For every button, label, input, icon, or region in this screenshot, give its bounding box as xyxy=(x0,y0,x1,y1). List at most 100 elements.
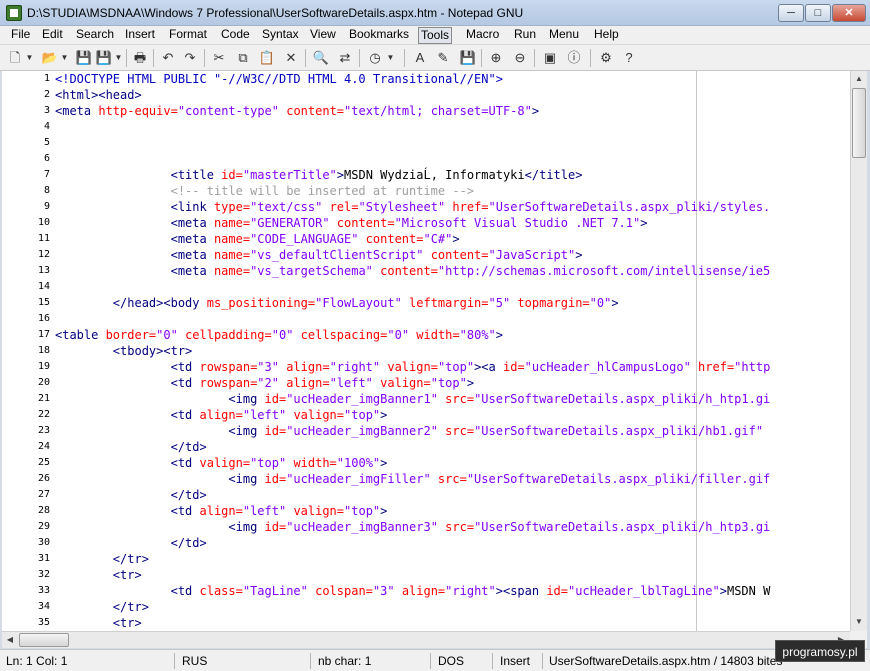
menu-menu[interactable]: Menu xyxy=(547,27,581,44)
paste-icon[interactable]: 📋 xyxy=(258,49,276,67)
info-icon[interactable]: ⓘ xyxy=(565,49,583,67)
menu-format[interactable]: Format xyxy=(167,27,209,44)
horizontal-scrollbar[interactable]: ◀ ▶ xyxy=(2,631,850,648)
minimize-button[interactable]: ─ xyxy=(778,4,804,22)
code-line[interactable]: 22 <td align="left" valign="top"> xyxy=(2,407,850,423)
vertical-scroll-thumb[interactable] xyxy=(852,88,866,158)
run-icon[interactable]: ▣ xyxy=(541,49,559,67)
menu-view[interactable]: View xyxy=(308,27,338,44)
redo-icon[interactable]: ↷ xyxy=(181,49,199,67)
menu-search[interactable]: Search xyxy=(74,27,116,44)
code-token: rel= xyxy=(329,200,359,214)
scroll-up-icon[interactable]: ▲ xyxy=(851,71,867,87)
save-all-icon[interactable]: 💾 xyxy=(95,49,113,67)
status-separator xyxy=(174,653,175,669)
font-icon[interactable]: A xyxy=(411,49,429,67)
app-icon[interactable] xyxy=(6,5,22,21)
code-line[interactable]: 15 </head><body ms_positioning="FlowLayo… xyxy=(2,295,850,311)
code-line[interactable]: 5 xyxy=(2,135,850,151)
menu-file[interactable]: File xyxy=(9,27,32,44)
settings-icon[interactable]: ⚙ xyxy=(597,49,615,67)
menu-help[interactable]: Help xyxy=(592,27,621,44)
code-token: "Stylesheet" xyxy=(358,200,453,214)
line-text: <td align="left" valign="top"> xyxy=(55,503,388,519)
code-line[interactable]: 25 <td valign="top" width="100%"> xyxy=(2,455,850,471)
code-line[interactable]: 30 </td> xyxy=(2,535,850,551)
code-line[interactable]: 8 <!-- title will be inserted at runtime… xyxy=(2,183,850,199)
code-token: MSDN W xyxy=(726,584,771,598)
code-line[interactable]: 6 xyxy=(2,151,850,167)
code-line[interactable]: 23 <img id="ucHeader_imgBanner2" src="Us… xyxy=(2,423,850,439)
chevron-down-icon[interactable]: ▼ xyxy=(386,50,395,66)
code-line[interactable]: 32 <tr> xyxy=(2,567,850,583)
line-number: 23 xyxy=(37,425,50,436)
vertical-scrollbar[interactable]: ▲ ▼ xyxy=(850,71,867,631)
code-line[interactable]: 34 </tr> xyxy=(2,599,850,615)
code-line[interactable]: 14 xyxy=(2,279,850,295)
code-token: href= xyxy=(698,360,735,374)
new-file-icon[interactable]: 🗋 xyxy=(6,49,24,67)
menu-code[interactable]: Code xyxy=(219,27,252,44)
scroll-down-icon[interactable]: ▼ xyxy=(851,614,867,630)
zoom-in-icon[interactable]: ⊕ xyxy=(487,49,505,67)
maximize-button[interactable]: □ xyxy=(805,4,831,22)
code-line[interactable]: 13 <meta name="vs_targetSchema" content=… xyxy=(2,263,850,279)
menu-bookmarks[interactable]: Bookmarks xyxy=(347,27,411,44)
chevron-down-icon[interactable]: ▼ xyxy=(114,50,123,66)
code-line[interactable]: 28 <td align="left" valign="top"> xyxy=(2,503,850,519)
code-line[interactable]: 24 </td> xyxy=(2,439,850,455)
code-token: </td> xyxy=(55,440,207,454)
highlight-icon[interactable]: ✎ xyxy=(434,49,452,67)
zoom-out-icon[interactable]: ⊖ xyxy=(511,49,529,67)
line-number: 21 xyxy=(37,393,50,404)
chevron-down-icon[interactable]: ▼ xyxy=(60,50,69,66)
code-line[interactable]: 17 <table border="0" cellpadding="0" cell… xyxy=(2,327,850,343)
undo-icon[interactable]: ↶ xyxy=(159,49,177,67)
copy-icon[interactable]: ⧉ xyxy=(234,49,252,67)
close-button[interactable]: ✕ xyxy=(832,4,866,22)
code-line[interactable]: 33 <td class="TagLine" colspan="3" align… xyxy=(2,583,850,599)
code-line[interactable]: 9 <link type="text/css" rel="Stylesheet"… xyxy=(2,199,850,215)
menu-syntax[interactable]: Syntax xyxy=(260,27,301,44)
code-line[interactable]: 31 </tr> xyxy=(2,551,850,567)
open-folder-icon[interactable]: 📂 xyxy=(41,49,59,67)
help-icon[interactable]: ? xyxy=(620,49,638,67)
code-line[interactable]: 20 <td rowspan="2" align="left" valign="… xyxy=(2,375,850,391)
code-line[interactable]: 21 <img id="ucHeader_imgBanner1" src="Us… xyxy=(2,391,850,407)
save-icon[interactable]: 💾 xyxy=(75,49,93,67)
replace-icon[interactable]: ⇄ xyxy=(336,49,354,67)
cut-icon[interactable]: ✂ xyxy=(210,49,228,67)
code-editor[interactable]: 1 <!DOCTYPE HTML PUBLIC "-//W3C//DTD HTML… xyxy=(2,71,850,631)
code-line[interactable]: 35 <tr> xyxy=(2,615,850,631)
code-line[interactable]: 11 <meta name="CODE_LANGUAGE" content="C… xyxy=(2,231,850,247)
clock-icon[interactable]: ◷ xyxy=(366,49,384,67)
code-line[interactable]: 27 </td> xyxy=(2,487,850,503)
code-line[interactable]: 16 xyxy=(2,311,850,327)
code-line[interactable]: 4 xyxy=(2,119,850,135)
menu-run[interactable]: Run xyxy=(512,27,538,44)
menu-tools[interactable]: Tools xyxy=(418,27,453,44)
line-text: <meta name="GENERATOR" content="Microsof… xyxy=(55,215,648,231)
print-icon[interactable]: 🖶 xyxy=(131,49,149,67)
menu-edit[interactable]: Edit xyxy=(40,27,65,44)
code-line[interactable]: 29 <img id="ucHeader_imgBanner3" src="Us… xyxy=(2,519,850,535)
menu-insert[interactable]: Insert xyxy=(123,27,157,44)
code-line[interactable]: 2 <html><head> xyxy=(2,87,850,103)
delete-icon[interactable]: ✕ xyxy=(282,49,300,67)
chevron-down-icon[interactable]: ▼ xyxy=(25,50,34,66)
code-token: ms_positioning= xyxy=(206,296,316,310)
code-line[interactable]: 12 <meta name="vs_defaultClientScript" c… xyxy=(2,247,850,263)
find-icon[interactable]: 🔍 xyxy=(312,49,330,67)
code-line[interactable]: 3 <meta http-equiv="content-type" content… xyxy=(2,103,850,119)
code-line[interactable]: 19 <td rowspan="3" align="right" valign=… xyxy=(2,359,850,375)
bookmark-icon[interactable]: 💾 xyxy=(459,49,477,67)
code-line[interactable]: 7 <title id="masterTitle">MSDN WydziaĹ‚ … xyxy=(2,167,850,183)
menu-macro[interactable]: Macro xyxy=(464,27,501,44)
scroll-left-icon[interactable]: ◀ xyxy=(2,632,18,648)
horizontal-scroll-thumb[interactable] xyxy=(19,633,69,647)
code-line[interactable]: 10 <meta name="GENERATOR" content="Micro… xyxy=(2,215,850,231)
code-line[interactable]: 26 <img id="ucHeader_imgFiller" src="Use… xyxy=(2,471,850,487)
code-line[interactable]: 18 <tbody><tr> xyxy=(2,343,850,359)
code-token: <meta xyxy=(55,248,214,262)
code-line[interactable]: 1 <!DOCTYPE HTML PUBLIC "-//W3C//DTD HTML… xyxy=(2,71,850,87)
